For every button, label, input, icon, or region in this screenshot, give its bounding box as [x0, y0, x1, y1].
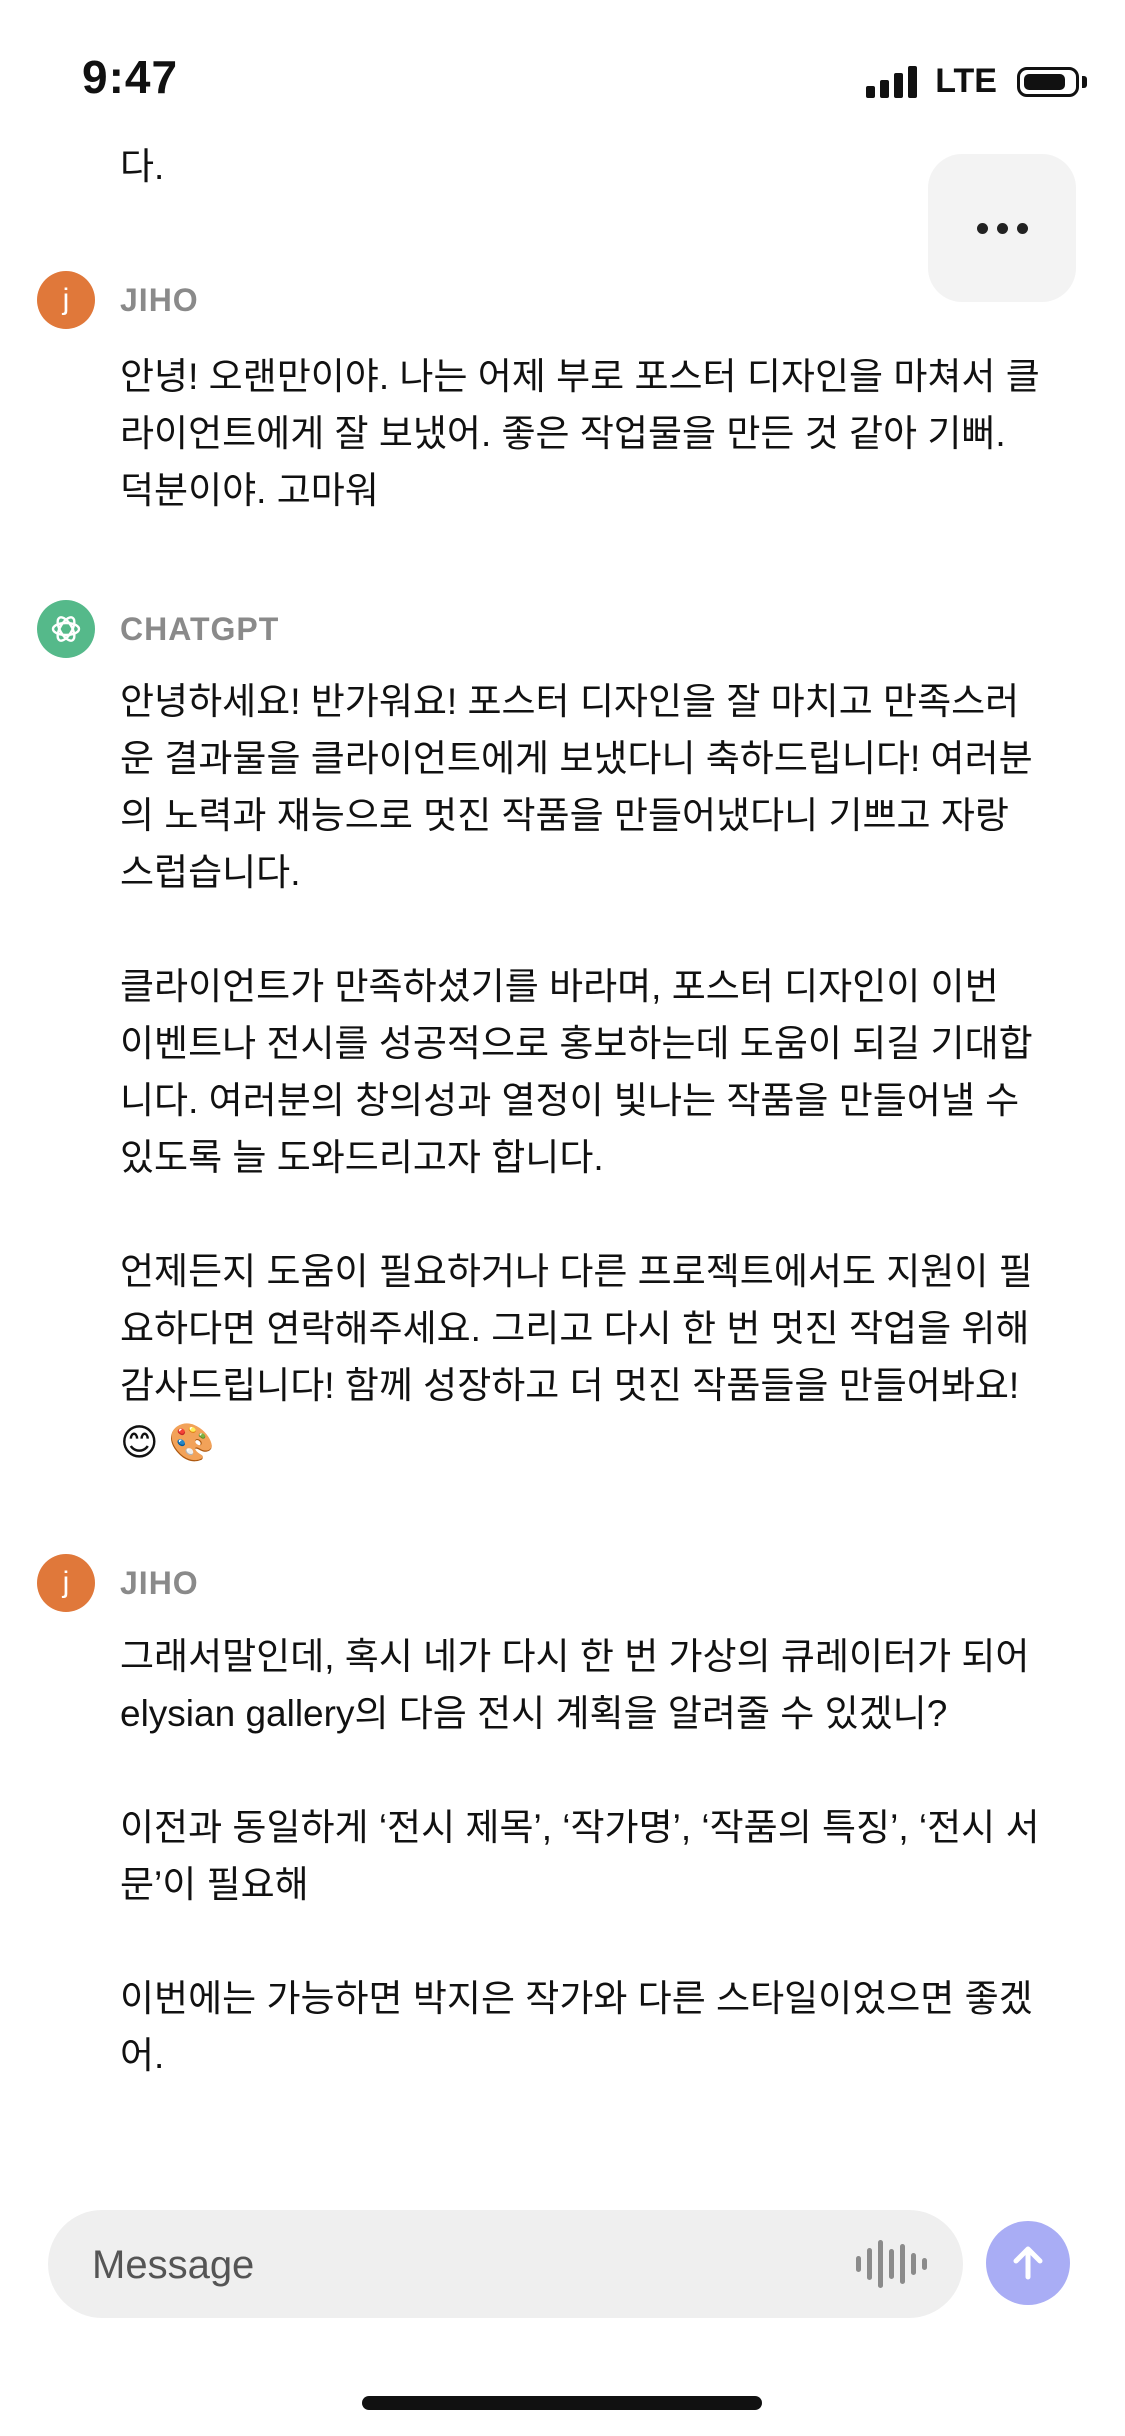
battery-icon [1017, 66, 1079, 97]
send-button[interactable] [986, 2221, 1070, 2305]
status-bar: 9:47 LTE [0, 0, 1125, 150]
message-composer [48, 2210, 963, 2320]
battery-level [1024, 73, 1065, 90]
sender-name: JIHO [120, 1564, 199, 1601]
message-paragraph: 언제든지 도움이 필요하거나 다른 프로젝트에서도 지원이 필요하다면 연락해주… [120, 1251, 1033, 1463]
user-avatar: j [37, 271, 95, 329]
battery-tip [1082, 75, 1087, 88]
message-paragraph: 이전과 동일하게 ‘전시 제목’, ‘작가명’, ‘작품의 특징’, ‘전시 서… [120, 1807, 1040, 1905]
assistant-message: 안녕하세요! 반가워요! 포스터 디자인을 잘 마치고 만족스러운 결과물을 클… [120, 673, 1040, 1471]
message-paragraph: 그래서말인데, 혹시 네가 다시 한 번 가상의 큐레이터가 되어 elysia… [120, 1636, 1030, 1734]
status-indicators: LTE [866, 62, 1087, 101]
user-message: 그래서말인데, 혹시 네가 다시 한 번 가상의 큐레이터가 되어 elysia… [120, 1628, 1040, 2084]
status-time: 9:47 [82, 51, 179, 103]
voice-waveform-icon[interactable] [856, 2240, 927, 2288]
network-label: LTE [935, 62, 997, 100]
message-input[interactable] [90, 2210, 874, 2320]
arrow-up-icon [1013, 2246, 1043, 2280]
message-header: j JIHO [37, 1554, 199, 1612]
message-paragraph: 클라이언트가 만족하셨기를 바라며, 포스터 디자인이 이번 이벤트나 전시를 … [120, 966, 1033, 1178]
message-header: CHATGPT [37, 600, 279, 658]
user-message: 안녕! 오랜만이야. 나는 어제 부로 포스터 디자인을 마쳐서 클라이언트에게… [120, 348, 1040, 519]
more-icon [976, 222, 1028, 234]
message-paragraph: 안녕하세요! 반가워요! 포스터 디자인을 잘 마치고 만족스러운 결과물을 클… [120, 681, 1033, 893]
user-avatar: j [37, 1554, 95, 1612]
signal-icon [866, 65, 918, 98]
previous-message-fragment: 다. [120, 138, 1040, 195]
openai-logo-icon [37, 600, 95, 658]
home-indicator[interactable] [362, 2396, 762, 2410]
message-paragraph: 이번에는 가능하면 박지은 작가와 다른 스타일이었으면 좋겠어. [120, 1978, 1033, 2076]
message-paragraph: 안녕! 오랜만이야. 나는 어제 부로 포스터 디자인을 마쳐서 클라이언트에게… [120, 356, 1040, 511]
message-header: j JIHO [37, 271, 199, 329]
sender-name: JIHO [120, 281, 199, 318]
message-paragraph: 다. [120, 146, 165, 187]
sender-name: CHATGPT [120, 610, 280, 647]
